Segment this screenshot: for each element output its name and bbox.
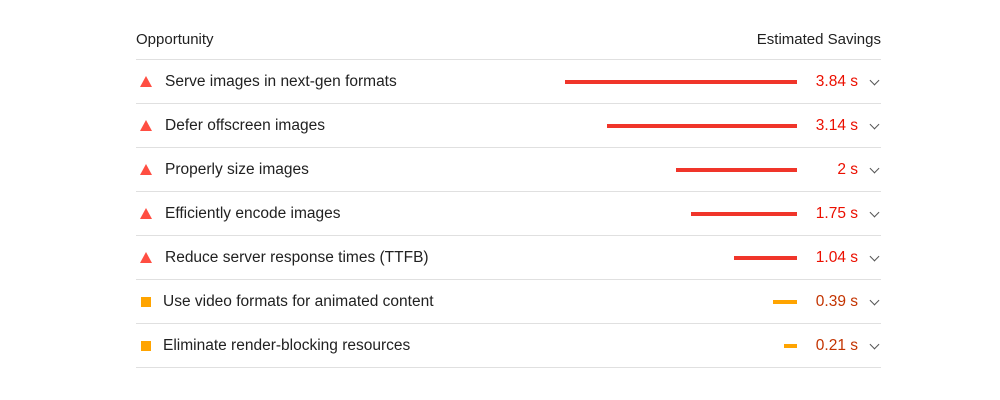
chevron-down-icon[interactable] xyxy=(869,163,880,173)
chevron-down-icon[interactable] xyxy=(869,119,880,129)
opportunity-row[interactable]: Reduce server response times (TTFB) 1.04 … xyxy=(136,236,881,280)
savings-bar xyxy=(784,343,797,348)
opportunity-column-label: Opportunity xyxy=(136,31,214,48)
opportunity-title: Efficiently encode images xyxy=(165,205,341,222)
estimated-savings-column-label: Estimated Savings xyxy=(756,31,881,48)
chevron-down-icon[interactable] xyxy=(869,251,880,261)
opportunity-title: Reduce server response times (TTFB) xyxy=(165,249,429,266)
red-triangle-icon xyxy=(140,75,152,87)
savings-value: 3.14 s xyxy=(815,117,858,134)
opportunity-row[interactable]: Use video formats for animated content 0.… xyxy=(136,280,881,324)
opportunity-row[interactable]: Defer offscreen images 3.14 s xyxy=(136,104,881,148)
red-triangle-icon xyxy=(140,119,152,131)
savings-value: 2 s xyxy=(837,161,858,178)
opportunity-title: Defer offscreen images xyxy=(165,117,325,134)
savings-bar xyxy=(691,211,797,216)
opportunities-header: Opportunity Estimated Savings xyxy=(136,20,881,60)
savings-value: 0.21 s xyxy=(815,337,858,354)
chevron-down-icon[interactable] xyxy=(869,339,880,349)
opportunity-row[interactable]: Serve images in next-gen formats 3.84 s xyxy=(136,60,881,104)
savings-bar xyxy=(676,167,797,172)
opportunity-title: Use video formats for animated content xyxy=(163,293,434,310)
chevron-down-icon[interactable] xyxy=(869,207,880,217)
opportunity-title: Eliminate render-blocking resources xyxy=(163,337,411,354)
savings-bar xyxy=(565,79,797,84)
opportunity-row[interactable]: Eliminate render-blocking resources 0.21 … xyxy=(136,324,881,368)
opportunity-title: Serve images in next-gen formats xyxy=(165,73,397,90)
red-triangle-icon xyxy=(140,207,152,219)
opportunity-row[interactable]: Properly size images 2 s xyxy=(136,148,881,192)
savings-bar xyxy=(607,123,797,128)
opportunities-panel: Opportunity Estimated Savings Serve imag… xyxy=(136,20,881,368)
orange-square-icon xyxy=(141,340,151,351)
red-triangle-icon xyxy=(140,251,152,263)
opportunity-title: Properly size images xyxy=(165,161,309,178)
orange-square-icon xyxy=(141,296,151,307)
chevron-down-icon[interactable] xyxy=(869,295,880,305)
savings-value: 0.39 s xyxy=(815,293,858,310)
opportunity-row[interactable]: Efficiently encode images 1.75 s xyxy=(136,192,881,236)
opportunity-list: Serve images in next-gen formats 3.84 s De… xyxy=(136,60,881,368)
chevron-down-icon[interactable] xyxy=(869,75,880,85)
red-triangle-icon xyxy=(140,163,152,175)
savings-value: 3.84 s xyxy=(815,73,858,90)
savings-value: 1.04 s xyxy=(815,249,858,266)
savings-bar xyxy=(734,255,797,260)
savings-bar xyxy=(773,299,797,304)
savings-value: 1.75 s xyxy=(815,205,858,222)
